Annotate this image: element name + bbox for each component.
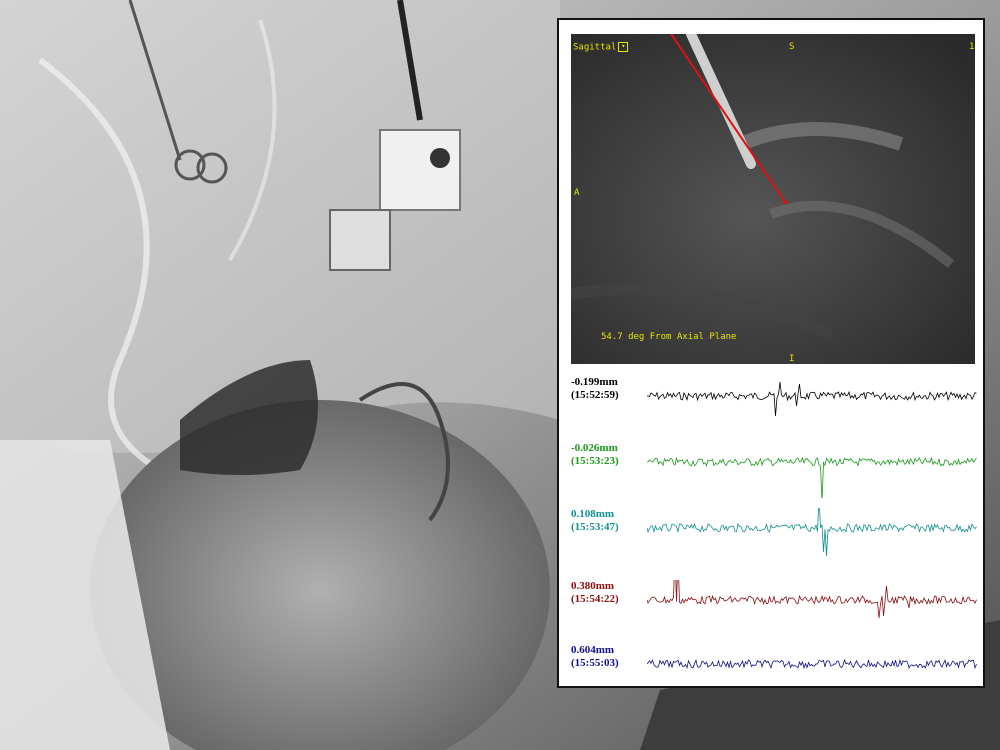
trace-depth: -0.199mm bbox=[571, 376, 618, 388]
trace-row: -0.199mm (15:52:59) bbox=[559, 376, 987, 432]
trace-row: 0.108mm (15:53:47) bbox=[559, 508, 987, 564]
trace-waveform bbox=[647, 580, 977, 619]
trace-row: 0.380mm (15:54:22) bbox=[559, 580, 987, 636]
trace-waveform bbox=[647, 658, 977, 670]
recording-overlay-panel: Sagittal ▾ S 1 A I 54.7 deg From Axial Pl… bbox=[557, 18, 985, 688]
chevron-down-icon[interactable]: ▾ bbox=[618, 42, 629, 52]
trace-waveform bbox=[647, 508, 977, 557]
plane-angle-text: 54.7 deg From Axial Plane bbox=[601, 332, 737, 342]
orientation-label-superior: S bbox=[789, 42, 795, 52]
trace-time: (15:53:47) bbox=[571, 521, 619, 533]
waveform-line bbox=[647, 658, 977, 670]
trace-waveform bbox=[647, 381, 977, 417]
trace-label: 0.108mm (15:53:47) bbox=[571, 508, 619, 534]
trace-depth: -0.026mm bbox=[571, 442, 618, 454]
view-dropdown[interactable]: Sagittal ▾ bbox=[573, 42, 629, 54]
trace-time: (15:54:22) bbox=[571, 593, 619, 605]
trace-label: -0.199mm (15:52:59) bbox=[571, 376, 619, 402]
trace-time: (15:55:03) bbox=[571, 657, 619, 669]
trace-row: -0.026mm (15:53:23) bbox=[559, 442, 987, 498]
orientation-label-inferior: I bbox=[789, 354, 795, 364]
mer-traces: -0.199mm (15:52:59) -0.026mm (15:53:23) … bbox=[559, 366, 987, 690]
trace-time: (15:52:59) bbox=[571, 389, 619, 401]
trace-time: (15:53:23) bbox=[571, 455, 619, 467]
view-dropdown-label: Sagittal bbox=[573, 42, 617, 53]
trace-depth: 0.380mm bbox=[571, 580, 615, 592]
trace-label: 0.380mm (15:54:22) bbox=[571, 580, 619, 606]
trace-depth: 0.604mm bbox=[571, 644, 615, 656]
trace-label: 0.604mm (15:55:03) bbox=[571, 644, 619, 670]
trace-label: -0.026mm (15:53:23) bbox=[571, 442, 619, 468]
slice-number-label: 1 bbox=[969, 42, 975, 52]
waveform-line bbox=[647, 381, 977, 417]
orientation-label-anterior: A bbox=[574, 188, 580, 198]
trace-waveform bbox=[647, 456, 977, 498]
mri-image bbox=[571, 34, 975, 364]
trace-row: 0.604mm (15:55:03) bbox=[559, 644, 987, 700]
mri-sagittal-view[interactable]: Sagittal ▾ S 1 A I 54.7 deg From Axial Pl… bbox=[571, 34, 975, 364]
waveform-line bbox=[647, 508, 977, 557]
trace-depth: 0.108mm bbox=[571, 508, 615, 520]
waveform-line bbox=[647, 456, 977, 498]
waveform-line bbox=[647, 580, 977, 619]
